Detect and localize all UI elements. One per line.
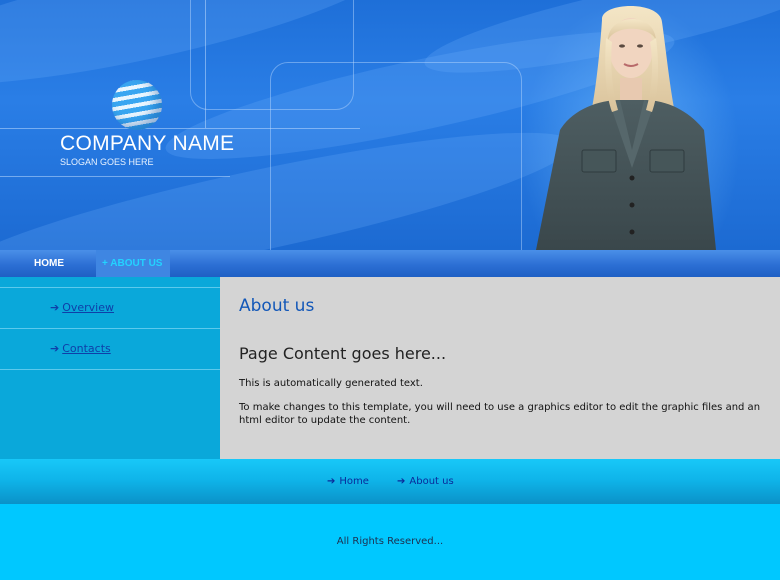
decorative-frame [270, 62, 522, 250]
page-title: About us [239, 296, 315, 316]
nav-home-link[interactable]: HOME [34, 250, 64, 277]
arrow-right-icon: ➔ [397, 476, 406, 487]
woman-photo-illustration [536, 6, 716, 250]
sidebar-divider [0, 328, 220, 329]
content-paragraph: To make changes to this template, you wi… [239, 402, 761, 426]
sidebar-item-label: Overview [62, 301, 115, 314]
sidebar-divider [0, 287, 220, 288]
sidebar-item-overview[interactable]: ➔ Overview [50, 301, 114, 314]
copyright-text: All Rights Reserved... [336, 536, 444, 547]
sidebar-item-label: Contacts [62, 342, 111, 355]
nav-about-us-link[interactable]: + ABOUT US [96, 250, 170, 277]
content-paragraph: This is automatically generated text. [239, 378, 423, 389]
arrow-right-icon: ➔ [50, 342, 60, 355]
sidebar-divider [0, 369, 220, 370]
footer-navigation: ➔ Home ➔ About us [0, 459, 780, 504]
header-banner: COMPANY NAME SLOGAN GOES HERE [0, 0, 780, 250]
main-content: About us Page Content goes here... This … [220, 277, 780, 459]
decorative-line [205, 0, 206, 128]
footer-link-home[interactable]: ➔ Home [327, 476, 369, 487]
company-name: COMPANY NAME [60, 132, 235, 155]
footer: All Rights Reserved... [0, 504, 780, 580]
main-navigation: HOME + ABOUT US [0, 250, 780, 277]
page: COMPANY NAME SLOGAN GOES HERE HOME + ABO… [0, 0, 780, 580]
footer-link-label: Home [339, 476, 369, 487]
slogan: SLOGAN GOES HERE [60, 157, 154, 167]
footer-link-about-us[interactable]: ➔ About us [397, 476, 454, 487]
decorative-line [0, 128, 360, 129]
sidebar-item-contacts[interactable]: ➔ Contacts [50, 342, 111, 355]
arrow-right-icon: ➔ [50, 301, 60, 314]
sidebar: ➔ Overview ➔ Contacts [0, 277, 220, 459]
decorative-line [0, 176, 230, 177]
content-heading: Page Content goes here... [239, 344, 447, 363]
header-photo [520, 0, 740, 250]
footer-link-label: About us [409, 476, 454, 487]
globe-icon [112, 80, 162, 130]
arrow-right-icon: ➔ [327, 476, 336, 487]
